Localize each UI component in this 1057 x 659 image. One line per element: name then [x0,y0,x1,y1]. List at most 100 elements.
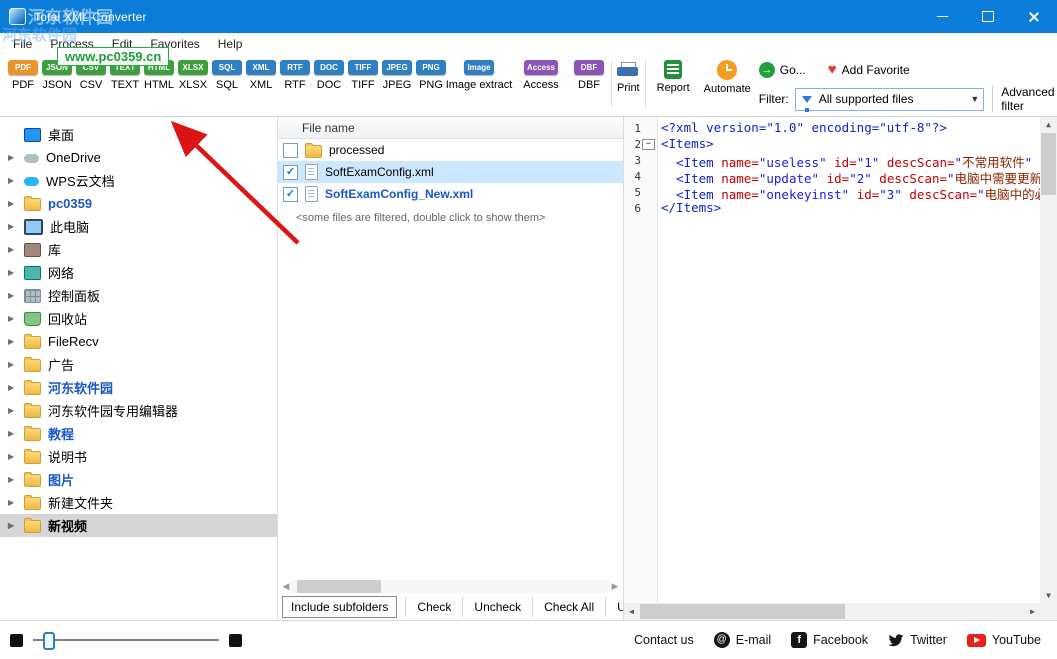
sidebar-item-recycle-bin[interactable]: ▶回收站 [0,307,277,330]
xml-code-view[interactable]: <?xml version="1.0" encoding="utf-8"?><I… [658,117,1040,603]
zoom-slider-handle[interactable] [43,632,55,650]
editor-horizontal-scrollbar[interactable]: ◀ ▶ [624,603,1040,620]
expand-arrow-icon[interactable]: ▶ [8,222,24,231]
expand-arrow-icon[interactable]: ▶ [8,245,24,254]
format-image-extract-button[interactable]: ImageImage extract [448,60,510,91]
scrollbar-thumb[interactable] [297,580,381,593]
sidebar-item-pc0359[interactable]: ▶pc0359 [0,192,277,215]
checkbox[interactable]: ✓ [283,187,298,202]
add-favorite-button[interactable]: ♥ Add Favorite [828,63,910,77]
expand-arrow-icon[interactable]: ▶ [8,268,24,277]
menu-favorites[interactable]: Favorites [141,34,208,54]
scroll-up-icon[interactable]: ▲ [1040,117,1057,132]
email-link[interactable]: @ E-mail [714,632,771,648]
format-html-button[interactable]: HTMLHTML [142,60,176,91]
sidebar-item-network[interactable]: ▶网络 [0,261,277,284]
expand-arrow-icon[interactable]: ▶ [8,498,24,507]
menu-help[interactable]: Help [209,34,252,54]
format-png-button[interactable]: PNGPNG [414,60,448,91]
sidebar-item-new-video[interactable]: ▶新视频 [0,514,277,537]
menu-file[interactable]: File [4,34,41,54]
scroll-right-icon[interactable]: ▶ [610,581,620,592]
scrollbar-thumb[interactable] [640,604,845,619]
expand-arrow-icon[interactable]: ▶ [8,176,24,185]
print-button[interactable]: Print [617,60,640,94]
scroll-left-icon[interactable]: ◀ [281,581,291,592]
expand-arrow-icon[interactable]: ▶ [8,360,24,369]
automate-button[interactable]: Automate [704,60,751,95]
expand-arrow-icon[interactable]: ▶ [8,521,24,530]
sidebar-item-pictures[interactable]: ▶图片 [0,468,277,491]
file-row[interactable]: ✓SoftExamConfig_New.xml [278,183,623,205]
sidebar-item-libraries[interactable]: ▶库 [0,238,277,261]
sidebar-item-filerecv[interactable]: ▶FileRecv [0,330,277,353]
expand-arrow-icon[interactable]: ▶ [8,429,24,438]
format-doc-button[interactable]: DOCDOC [312,60,346,91]
expand-arrow-icon[interactable]: ▶ [8,199,24,208]
go-button[interactable]: → Go... [759,62,806,78]
sidebar-item-ads[interactable]: ▶广告 [0,353,277,376]
sidebar-item-manual[interactable]: ▶说明书 [0,445,277,468]
sidebar-item-onedrive[interactable]: ▶OneDrive [0,146,277,169]
format-rtf-button[interactable]: RTFRTF [278,60,312,91]
format-json-button[interactable]: JSONJSON [40,60,74,91]
sidebar-item-hedong[interactable]: ▶河东软件园 [0,376,277,399]
file-row[interactable]: ✓SoftExamConfig.xml [278,161,623,183]
collapse-toggle-icon[interactable]: − [642,139,655,150]
menu-edit[interactable]: Edit [103,34,142,54]
minimize-button[interactable] [919,0,965,33]
format-xml-button[interactable]: XMLXML [244,60,278,91]
format-jpeg-button[interactable]: JPEGJPEG [380,60,414,91]
maximize-button[interactable] [965,0,1011,33]
file-list-horizontal-scrollbar[interactable]: ◀ ▶ [278,579,623,594]
zoom-out-button[interactable] [10,634,23,647]
expand-arrow-icon[interactable]: ▶ [8,383,24,392]
check-button[interactable]: Check [405,597,463,617]
zoom-slider[interactable] [33,639,219,641]
scrollbar-thumb[interactable] [1041,133,1056,195]
scroll-right-icon[interactable]: ▶ [1025,603,1040,620]
twitter-link[interactable]: Twitter [888,633,947,647]
sidebar-item-this-pc[interactable]: ▶此电脑 [0,215,277,238]
format-tiff-button[interactable]: TIFFTIFF [346,60,380,91]
expand-arrow-icon[interactable]: ▶ [8,452,24,461]
sidebar-item-hedong-editor[interactable]: ▶河东软件园专用编辑器 [0,399,277,422]
file-name-column-header[interactable]: File name [278,117,623,139]
scrollbar-track[interactable] [291,580,610,593]
zoom-in-button[interactable] [229,634,242,647]
uncheck-button[interactable]: Uncheck [463,597,533,617]
file-row[interactable]: processed [278,139,623,161]
menu-process[interactable]: Process [41,34,102,54]
report-button[interactable]: Report [657,60,690,94]
editor-vertical-scrollbar[interactable]: ▲ ▼ [1040,117,1057,603]
advanced-filter-link[interactable]: Advanced filter [1001,85,1057,113]
sidebar-item-desktop[interactable]: 桌面 [0,123,277,146]
format-sql-button[interactable]: SQLSQL [210,60,244,91]
sidebar-item-wps-cloud[interactable]: ▶WPS云文档 [0,169,277,192]
format-text-button[interactable]: TEXTTEXT [108,60,142,91]
filter-dropdown[interactable]: All supported files ▼ [795,88,985,111]
expand-arrow-icon[interactable]: ▶ [8,475,24,484]
format-csv-button[interactable]: CSVCSV [74,60,108,91]
expand-arrow-icon[interactable]: ▶ [8,406,24,415]
format-dbf-button[interactable]: DBFDBF [572,60,606,91]
close-button[interactable] [1011,0,1057,33]
scroll-left-icon[interactable]: ◀ [624,603,639,620]
format-access-button[interactable]: AccessAccess [510,60,572,91]
expand-arrow-icon[interactable]: ▶ [8,314,24,323]
contact-us-link[interactable]: Contact us [634,633,694,647]
check-all-button[interactable]: Check All [533,597,606,617]
checkbox[interactable]: ✓ [283,165,298,180]
uncheck-all-button[interactable]: Unc [606,597,624,617]
format-pdf-button[interactable]: PDFPDF [6,60,40,91]
include-subfolders-button[interactable]: Include subfolders [282,596,397,618]
youtube-link[interactable]: YouTube [967,633,1041,647]
expand-arrow-icon[interactable]: ▶ [8,337,24,346]
sidebar-item-tutorials[interactable]: ▶教程 [0,422,277,445]
expand-arrow-icon[interactable]: ▶ [8,153,24,162]
scroll-down-icon[interactable]: ▼ [1040,588,1057,603]
sidebar-item-control-panel[interactable]: ▶控制面板 [0,284,277,307]
sidebar-item-new-folder[interactable]: ▶新建文件夹 [0,491,277,514]
expand-arrow-icon[interactable]: ▶ [8,291,24,300]
facebook-link[interactable]: f Facebook [791,632,868,648]
